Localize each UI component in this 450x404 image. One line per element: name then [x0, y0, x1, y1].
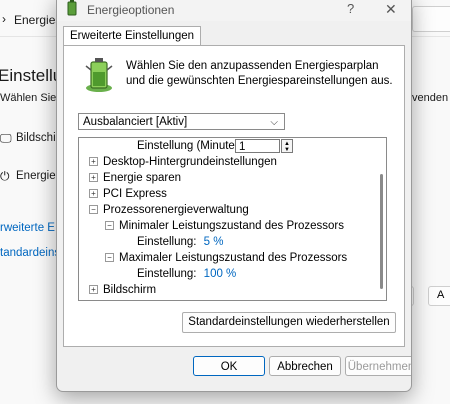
tree-item-max-processor-state[interactable]: − Maximaler Leistungszustand des Prozesso…	[105, 250, 347, 266]
tree-item-min-processor-state[interactable]: − Minimaler Leistungszustand des Prozesso…	[105, 218, 344, 234]
tree-item-energy-saving[interactable]: + Energie sparen	[89, 170, 181, 186]
apply-button[interactable]: Übernehmen	[345, 356, 411, 376]
ok-button[interactable]: OK	[193, 356, 265, 376]
bg-button-apply[interactable]: A	[428, 286, 450, 306]
restore-defaults-button[interactable]: Standardeinstellungen wiederherstellen	[182, 312, 396, 333]
max-state-setting-row[interactable]: Einstellung: 100 %	[137, 266, 236, 282]
tree-item-label: Maximaler Leistungszustand des Prozessor…	[119, 252, 348, 264]
power-plan-select[interactable]: Ausbalanciert [Aktiv] ⌵	[78, 113, 285, 130]
collapse-icon[interactable]: −	[105, 221, 114, 230]
dialog-title: Energieoptionen	[87, 3, 175, 17]
bg-chevron-icon: ›	[2, 12, 6, 26]
tree-item-label: Energie sparen	[103, 172, 181, 184]
bg-button-label: A	[437, 289, 445, 301]
energy-options-dialog: Energieoptionen ? ✕ Erweiterte Einstellu…	[56, 0, 412, 392]
tree-item-label: Desktop-Hintergrundeinstellungen	[103, 156, 277, 168]
power-plan-icon	[85, 58, 113, 92]
cancel-button[interactable]: Abbrechen	[269, 356, 341, 376]
instruction-text: Wählen Sie den anzupassenden Energiespar…	[126, 60, 393, 87]
minute-spinner[interactable]: ▲ ▼	[281, 139, 293, 153]
power-icon: ⏻	[0, 169, 10, 183]
bg-subtext-right: venden n	[412, 92, 450, 104]
tree-scrollbar[interactable]	[380, 174, 383, 289]
monitor-icon: 🖵	[0, 131, 12, 145]
expand-icon[interactable]: +	[89, 189, 98, 198]
setting-label: Einstellung:	[137, 268, 197, 280]
tree-item-label: PCI Express	[103, 188, 167, 200]
power-plan-selected: Ausbalanciert [Aktiv]	[83, 116, 188, 128]
tab-advanced-settings[interactable]: Erweiterte Einstellungen	[63, 26, 202, 46]
tree-item-desktop-background[interactable]: + Desktop-Hintergrundeinstellungen	[89, 154, 277, 170]
battery-icon	[67, 0, 77, 16]
setting-label: Einstellung:	[137, 236, 197, 248]
minute-setting-row: Einstellung (Minute):	[137, 138, 242, 154]
tree-item-label: Minimaler Leistungszustand des Prozessor…	[119, 220, 344, 232]
min-state-value[interactable]: 5 %	[204, 236, 224, 248]
title-bar: Energieoptionen ? ✕	[57, 0, 411, 21]
max-state-value[interactable]: 100 %	[204, 268, 237, 280]
help-button[interactable]: ?	[347, 1, 354, 16]
collapse-icon[interactable]: −	[89, 205, 98, 214]
minute-value-input[interactable]: 1	[235, 139, 280, 153]
settings-tree[interactable]: Einstellung (Minute): 1 ▲ ▼ + Desktop-Hin…	[78, 137, 387, 301]
bg-link-defaults[interactable]: tandardeins	[0, 247, 60, 259]
chevron-down-icon: ⌵	[270, 117, 278, 128]
minute-setting-label: Einstellung (Minute):	[137, 140, 242, 152]
expand-icon[interactable]: +	[89, 285, 98, 294]
tab-strip: Erweiterte Einstellungen	[63, 26, 405, 46]
tree-item-display[interactable]: + Bildschirm	[89, 282, 156, 298]
tree-item-pci-express[interactable]: + PCI Express	[89, 186, 167, 202]
bg-search-box[interactable]	[412, 6, 450, 32]
settings-panel: Wählen Sie den anzupassenden Energiespar…	[63, 45, 405, 347]
tree-item-processor-power[interactable]: − Prozessorenergieverwaltung	[89, 202, 249, 218]
bg-link-advanced[interactable]: rweiterte E	[0, 222, 55, 234]
tree-item-label: Prozessorenergieverwaltung	[103, 204, 249, 216]
bg-item-energy[interactable]: Energies	[16, 170, 61, 182]
collapse-icon[interactable]: −	[105, 253, 114, 262]
spin-down-icon[interactable]: ▼	[284, 147, 290, 153]
close-button[interactable]: ✕	[385, 1, 397, 18]
expand-icon[interactable]: +	[89, 157, 98, 166]
min-state-setting-row[interactable]: Einstellung: 5 %	[137, 234, 224, 250]
expand-icon[interactable]: +	[89, 173, 98, 182]
tree-item-label: Bildschirm	[103, 284, 157, 296]
